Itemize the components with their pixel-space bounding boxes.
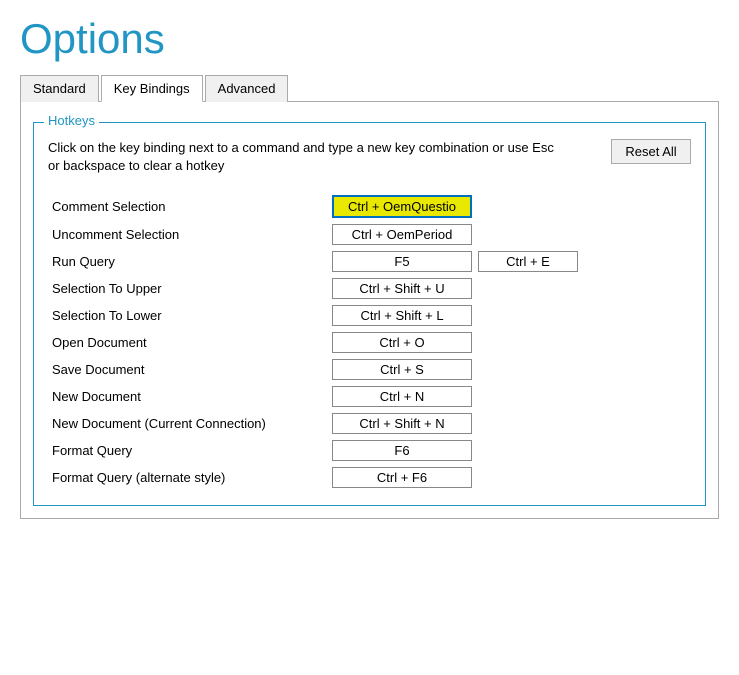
binding-command-label: Run Query <box>48 248 328 275</box>
table-row: Open DocumentCtrl + O <box>48 329 691 356</box>
group-legend: Hotkeys <box>44 113 99 128</box>
binding-key-cell: Ctrl + F6 <box>328 464 691 491</box>
binding-key-box[interactable]: Ctrl + Shift + N <box>332 413 472 434</box>
binding-command-label: Format Query <box>48 437 328 464</box>
table-row: Selection To UpperCtrl + Shift + U <box>48 275 691 302</box>
binding-command-label: Save Document <box>48 356 328 383</box>
binding-key-box[interactable]: F5 <box>332 251 472 272</box>
binding-command-label: New Document (Current Connection) <box>48 410 328 437</box>
binding-key-box[interactable]: Ctrl + OemQuestio <box>332 195 472 218</box>
binding-key-cell: F6 <box>328 437 691 464</box>
table-row: Format QueryF6 <box>48 437 691 464</box>
binding-key-box[interactable]: Ctrl + S <box>332 359 472 380</box>
table-row: Comment SelectionCtrl + OemQuestio <box>48 192 691 221</box>
binding-key-box[interactable]: F6 <box>332 440 472 461</box>
binding-command-label: Selection To Lower <box>48 302 328 329</box>
hotkeys-desc-row: Click on the key binding next to a comma… <box>48 139 691 175</box>
binding-key-cell: F5 Ctrl + E <box>328 248 691 275</box>
binding-key-cell: Ctrl + OemQuestio <box>328 192 691 221</box>
table-row: Save DocumentCtrl + S <box>48 356 691 383</box>
binding-key-box[interactable]: Ctrl + OemPeriod <box>332 224 472 245</box>
tabs-bar: Standard Key Bindings Advanced <box>20 74 719 102</box>
binding-key-box[interactable]: Ctrl + Shift + L <box>332 305 472 326</box>
binding-command-label: Open Document <box>48 329 328 356</box>
binding-key-cell: Ctrl + Shift + N <box>328 410 691 437</box>
table-row: New Document (Current Connection)Ctrl + … <box>48 410 691 437</box>
binding-key-box[interactable]: Ctrl + O <box>332 332 472 353</box>
binding-key-cell: Ctrl + O <box>328 329 691 356</box>
table-row: Selection To LowerCtrl + Shift + L <box>48 302 691 329</box>
table-row: New DocumentCtrl + N <box>48 383 691 410</box>
content-area: Hotkeys Click on the key binding next to… <box>20 102 719 518</box>
binding-key-box[interactable]: Ctrl + Shift + U <box>332 278 472 299</box>
binding-key-box[interactable]: Ctrl + N <box>332 386 472 407</box>
reset-all-button[interactable]: Reset All <box>611 139 691 164</box>
binding-key-box[interactable]: Ctrl + F6 <box>332 467 472 488</box>
binding-command-label: Format Query (alternate style) <box>48 464 328 491</box>
binding-key-cell: Ctrl + OemPeriod <box>328 221 691 248</box>
table-row: Format Query (alternate style)Ctrl + F6 <box>48 464 691 491</box>
bindings-table: Comment SelectionCtrl + OemQuestioUncomm… <box>48 192 691 491</box>
binding-key-cell: Ctrl + Shift + U <box>328 275 691 302</box>
binding-key-cell: Ctrl + S <box>328 356 691 383</box>
binding-key-cell: Ctrl + Shift + L <box>328 302 691 329</box>
binding-command-label: New Document <box>48 383 328 410</box>
tab-standard[interactable]: Standard <box>20 75 99 102</box>
page-title: Options <box>20 16 719 62</box>
hotkeys-description: Click on the key binding next to a comma… <box>48 139 568 175</box>
binding-command-label: Selection To Upper <box>48 275 328 302</box>
hotkeys-group: Hotkeys Click on the key binding next to… <box>33 122 706 505</box>
table-row: Uncomment SelectionCtrl + OemPeriod <box>48 221 691 248</box>
binding-command-label: Uncomment Selection <box>48 221 328 248</box>
binding-key-alt-box[interactable]: Ctrl + E <box>478 251 578 272</box>
binding-key-cell: Ctrl + N <box>328 383 691 410</box>
tab-key-bindings[interactable]: Key Bindings <box>101 75 203 102</box>
table-row: Run QueryF5 Ctrl + E <box>48 248 691 275</box>
page-container: Options Standard Key Bindings Advanced H… <box>0 0 739 535</box>
binding-command-label: Comment Selection <box>48 192 328 221</box>
tab-advanced[interactable]: Advanced <box>205 75 289 102</box>
